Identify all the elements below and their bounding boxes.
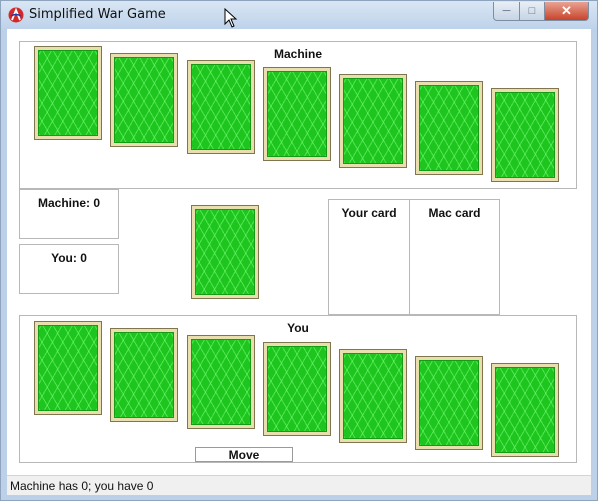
title-bar[interactable]: Simplified War Game ─ □ ✕ [1, 1, 597, 29]
machine-card [110, 53, 178, 147]
machine-card [34, 46, 102, 140]
minimize-button[interactable]: ─ [493, 2, 520, 21]
player-card[interactable] [34, 321, 102, 415]
player-card[interactable] [110, 328, 178, 422]
minimize-icon: ─ [502, 5, 511, 17]
machine-score-label: Machine: 0 [37, 196, 100, 210]
mouse-cursor-icon [224, 8, 238, 28]
close-icon: ✕ [561, 3, 572, 18]
maximize-button[interactable]: □ [520, 2, 545, 21]
player-card[interactable] [491, 363, 559, 457]
move-button[interactable]: Move [195, 447, 293, 462]
player-card[interactable] [339, 349, 407, 443]
app-logo-icon [8, 7, 24, 23]
player-card[interactable] [415, 356, 483, 450]
your-card-label: Your card [341, 206, 397, 220]
app-window: Simplified War Game ─ □ ✕ Machine Machin… [0, 0, 598, 501]
game-area: Machine Machine: 0 You: 0 Your card Mac … [7, 29, 591, 475]
machine-panel-title: Machine [273, 47, 322, 61]
your-card-slot: Your card [328, 199, 410, 315]
machine-card [339, 74, 407, 168]
maximize-icon: □ [528, 5, 536, 17]
machine-card [415, 81, 483, 175]
machine-card [187, 60, 255, 154]
status-bar: Machine has 0; you have 0 [7, 475, 591, 495]
mac-card-slot: Mac card [409, 199, 500, 315]
player-card[interactable] [263, 342, 331, 436]
player-panel-title: You [287, 321, 309, 335]
deck-card[interactable] [191, 205, 259, 299]
caption-buttons: ─ □ ✕ [493, 2, 589, 21]
status-text: Machine has 0; you have 0 [10, 479, 154, 493]
player-score: You: 0 [19, 244, 119, 294]
window-title: Simplified War Game [29, 7, 166, 22]
mac-card-label: Mac card [428, 206, 481, 220]
machine-score: Machine: 0 [19, 189, 119, 239]
player-score-label: You: 0 [51, 251, 87, 265]
machine-card [263, 67, 331, 161]
close-button[interactable]: ✕ [545, 2, 589, 21]
machine-card [491, 88, 559, 182]
player-card[interactable] [187, 335, 255, 429]
